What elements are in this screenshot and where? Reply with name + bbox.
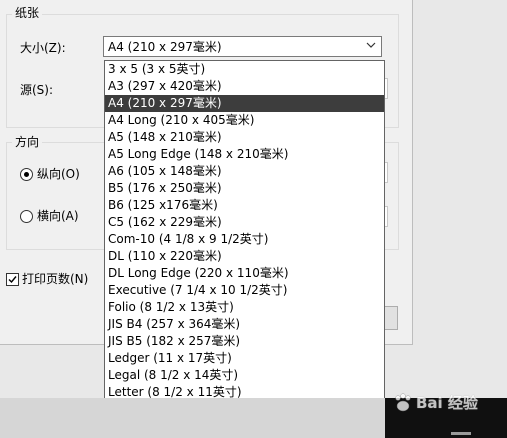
chevron-down-icon[interactable] bbox=[366, 40, 376, 50]
paper-size-option[interactable]: A5 (148 x 210毫米) bbox=[105, 129, 384, 146]
paper-size-option[interactable]: A4 (210 x 297毫米) bbox=[105, 95, 384, 112]
paper-size-option[interactable]: JIS B5 (182 x 257毫米) bbox=[105, 333, 384, 350]
paper-size-option[interactable]: A3 (297 x 420毫米) bbox=[105, 78, 384, 95]
paper-size-option[interactable]: JIS B4 (257 x 364毫米) bbox=[105, 316, 384, 333]
checkmark-icon bbox=[8, 276, 17, 284]
paper-size-option[interactable]: DL Long Edge (220 x 110毫米) bbox=[105, 265, 384, 282]
paper-size-option[interactable]: C5 (162 x 229毫米) bbox=[105, 214, 384, 231]
paper-size-option[interactable]: A6 (105 x 148毫米) bbox=[105, 163, 384, 180]
portrait-label[interactable]: 纵向(O) bbox=[37, 166, 80, 182]
paper-size-option[interactable]: 3 x 5 (3 x 5英寸) bbox=[105, 61, 384, 78]
paper-size-option[interactable]: DL (110 x 220毫米) bbox=[105, 248, 384, 265]
paper-size-dropdown-list[interactable]: 3 x 5 (3 x 5英寸) A3 (297 x 420毫米) A4 (210 x… bbox=[104, 60, 385, 436]
paper-group-title: 纸张 bbox=[12, 6, 43, 20]
paper-size-option[interactable]: Folio (8 1/2 x 13英寸) bbox=[105, 299, 384, 316]
paper-size-option[interactable]: B6 (125 x176毫米) bbox=[105, 197, 384, 214]
paper-size-option[interactable]: B5 (176 x 250毫米) bbox=[105, 180, 384, 197]
paper-size-combobox[interactable]: A4 (210 x 297毫米) bbox=[103, 36, 382, 57]
paper-size-option[interactable]: Ledger (11 x 17英寸) bbox=[105, 350, 384, 367]
print-page-numbers-label[interactable]: 打印页数(N) bbox=[22, 271, 88, 287]
paw-icon bbox=[395, 393, 411, 412]
taskbar-indicator bbox=[451, 432, 471, 435]
landscape-label[interactable]: 横向(A) bbox=[37, 208, 79, 224]
paper-size-option[interactable]: A4 Long (210 x 405毫米) bbox=[105, 112, 384, 129]
baidu-watermark-logo: Bai 经验 bbox=[392, 392, 504, 414]
paper-size-option[interactable]: Legal (8 1/2 x 14英寸) bbox=[105, 367, 384, 384]
paper-size-option[interactable]: A5 Long Edge (148 x 210毫米) bbox=[105, 146, 384, 163]
paper-source-label: 源(S): bbox=[20, 83, 54, 97]
orientation-group-title: 方向 bbox=[12, 135, 43, 149]
paper-size-value: A4 (210 x 297毫米) bbox=[108, 40, 222, 54]
print-page-numbers-checkbox[interactable] bbox=[6, 273, 19, 286]
radio-selected-dot bbox=[24, 172, 29, 177]
paper-size-label: 大小(Z): bbox=[20, 41, 66, 55]
paper-size-option[interactable]: Executive (7 1/4 x 10 1/2英寸) bbox=[105, 282, 384, 299]
paper-size-option[interactable]: Com-10 (4 1/8 x 9 1/2英寸) bbox=[105, 231, 384, 248]
portrait-radio[interactable] bbox=[20, 168, 33, 181]
watermark-text: Bai 经验 bbox=[416, 394, 478, 412]
landscape-radio[interactable] bbox=[20, 210, 33, 223]
